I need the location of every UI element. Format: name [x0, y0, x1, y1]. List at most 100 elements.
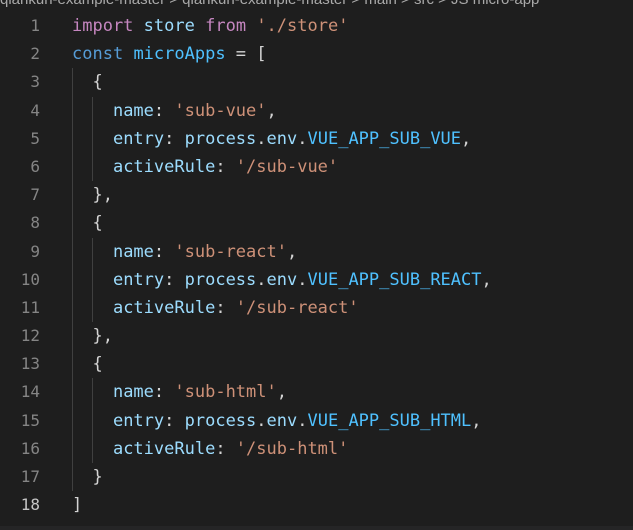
code-line[interactable]: 7 }, — [0, 181, 633, 210]
code-text: entry: process.env.VUE_APP_SUB_VUE, — [72, 125, 471, 153]
code-token: from — [205, 16, 247, 36]
code-token: env — [266, 269, 298, 290]
code-token: process — [184, 410, 257, 431]
code-text: ] — [72, 491, 82, 519]
line-number: 6 — [30, 156, 40, 176]
code-line[interactable]: 18] — [0, 491, 633, 519]
line-number: 5 — [30, 128, 40, 148]
code-line[interactable]: 6 activeRule: '/sub-vue' — [0, 152, 633, 182]
code-token: './store' — [256, 16, 349, 36]
line-number: 18 — [20, 495, 40, 515]
code-token: activeRule — [112, 438, 216, 459]
code-token: , — [266, 100, 277, 121]
line-number: 12 — [20, 326, 40, 346]
code-text: }, — [72, 181, 112, 209]
code-token: '/sub-html' — [235, 438, 349, 459]
code-token: entry — [112, 410, 165, 431]
code-token: : — [153, 382, 175, 403]
code-text: entry: process.env.VUE_APP_SUB_HTML, — [72, 407, 482, 435]
code-token: }, — [72, 326, 113, 347]
code-token: , — [481, 269, 492, 290]
code-line[interactable]: 15 entry: process.env.VUE_APP_SUB_HTML, — [0, 406, 633, 435]
code-token: , — [471, 410, 482, 431]
code-line[interactable]: 17 } — [0, 463, 633, 492]
code-token: , — [461, 128, 472, 149]
code-token: '/sub-react' — [235, 297, 359, 318]
code-text: name: 'sub-react', — [72, 238, 297, 266]
editor-bottom-edge — [0, 526, 633, 530]
code-line[interactable]: 5 entry: process.env.VUE_APP_SUB_VUE, — [0, 124, 633, 153]
code-line[interactable]: 3 { — [0, 68, 633, 97]
code-token: . — [297, 128, 308, 149]
code-token: store — [143, 16, 195, 36]
code-editor[interactable]: 1 import store from './store' 2 const micro… — [0, 12, 633, 519]
code-text: activeRule: '/sub-vue' — [72, 153, 338, 181]
code-token: { — [72, 72, 103, 93]
code-token: ] — [72, 495, 83, 516]
code-token: : — [153, 100, 175, 121]
line-number: 8 — [30, 213, 40, 233]
code-line[interactable]: 12 }, — [0, 322, 633, 351]
code-token: name — [112, 382, 154, 403]
code-text: entry: process.env.VUE_APP_SUB_REACT, — [72, 266, 492, 294]
line-number: 14 — [20, 382, 40, 402]
code-token: VUE_APP_SUB_REACT — [307, 269, 482, 290]
code-token: } — [72, 467, 103, 487]
code-token: : — [215, 438, 236, 459]
code-line[interactable]: 14 name: 'sub-html', — [0, 378, 633, 407]
code-token: : — [164, 410, 185, 431]
breadcrumb[interactable]: qiankun-example-master > qiankun-example… — [0, 0, 633, 9]
code-token: name — [112, 100, 154, 121]
code-token: . — [256, 128, 267, 149]
code-text: name: 'sub-vue', — [72, 97, 277, 125]
line-number: 10 — [20, 269, 40, 289]
code-text: { — [72, 350, 103, 378]
code-line[interactable]: 13 { — [0, 350, 633, 379]
code-token: entry — [112, 128, 165, 149]
code-token: '/sub-vue' — [235, 156, 339, 177]
code-token: activeRule — [112, 297, 216, 318]
code-text: { — [72, 68, 103, 96]
code-token: 'sub-html' — [174, 382, 277, 403]
code-line[interactable]: 11 activeRule: '/sub-react' — [0, 293, 633, 323]
line-number: 2 — [30, 44, 40, 64]
line-number: 9 — [30, 241, 40, 261]
code-token: : — [164, 269, 185, 290]
code-token: process — [184, 128, 257, 149]
code-token: VUE_APP_SUB_HTML — [307, 410, 472, 431]
code-line[interactable]: 1 import store from './store' — [0, 12, 633, 40]
code-line[interactable]: 4 name: 'sub-vue', — [0, 96, 633, 125]
line-number: 4 — [30, 100, 40, 120]
line-number: 16 — [20, 438, 40, 458]
code-text: }, — [72, 322, 113, 350]
code-token: name — [112, 241, 154, 262]
code-token: : — [164, 128, 185, 149]
code-line[interactable]: 2 const microApps = [ — [0, 40, 633, 68]
code-token: , — [286, 241, 298, 262]
code-line[interactable]: 9 name: 'sub-react', — [0, 237, 633, 266]
code-text: activeRule: '/sub-react' — [72, 294, 359, 322]
code-token: { — [72, 354, 103, 375]
code-token: 'sub-react' — [174, 241, 287, 262]
code-text: import store from './store' — [72, 12, 348, 40]
code-token: 'sub-vue' — [174, 100, 267, 121]
code-token: env — [266, 128, 298, 149]
code-line[interactable]: 16 activeRule: '/sub-html' — [0, 434, 633, 463]
code-token: VUE_APP_SUB_VUE — [307, 128, 462, 149]
code-text: } — [72, 463, 103, 491]
code-line[interactable]: 8 { — [0, 209, 633, 238]
code-token: . — [297, 269, 308, 290]
code-line[interactable]: 10 entry: process.env.VUE_APP_SUB_REACT, — [0, 265, 633, 294]
code-token: import — [72, 16, 134, 36]
